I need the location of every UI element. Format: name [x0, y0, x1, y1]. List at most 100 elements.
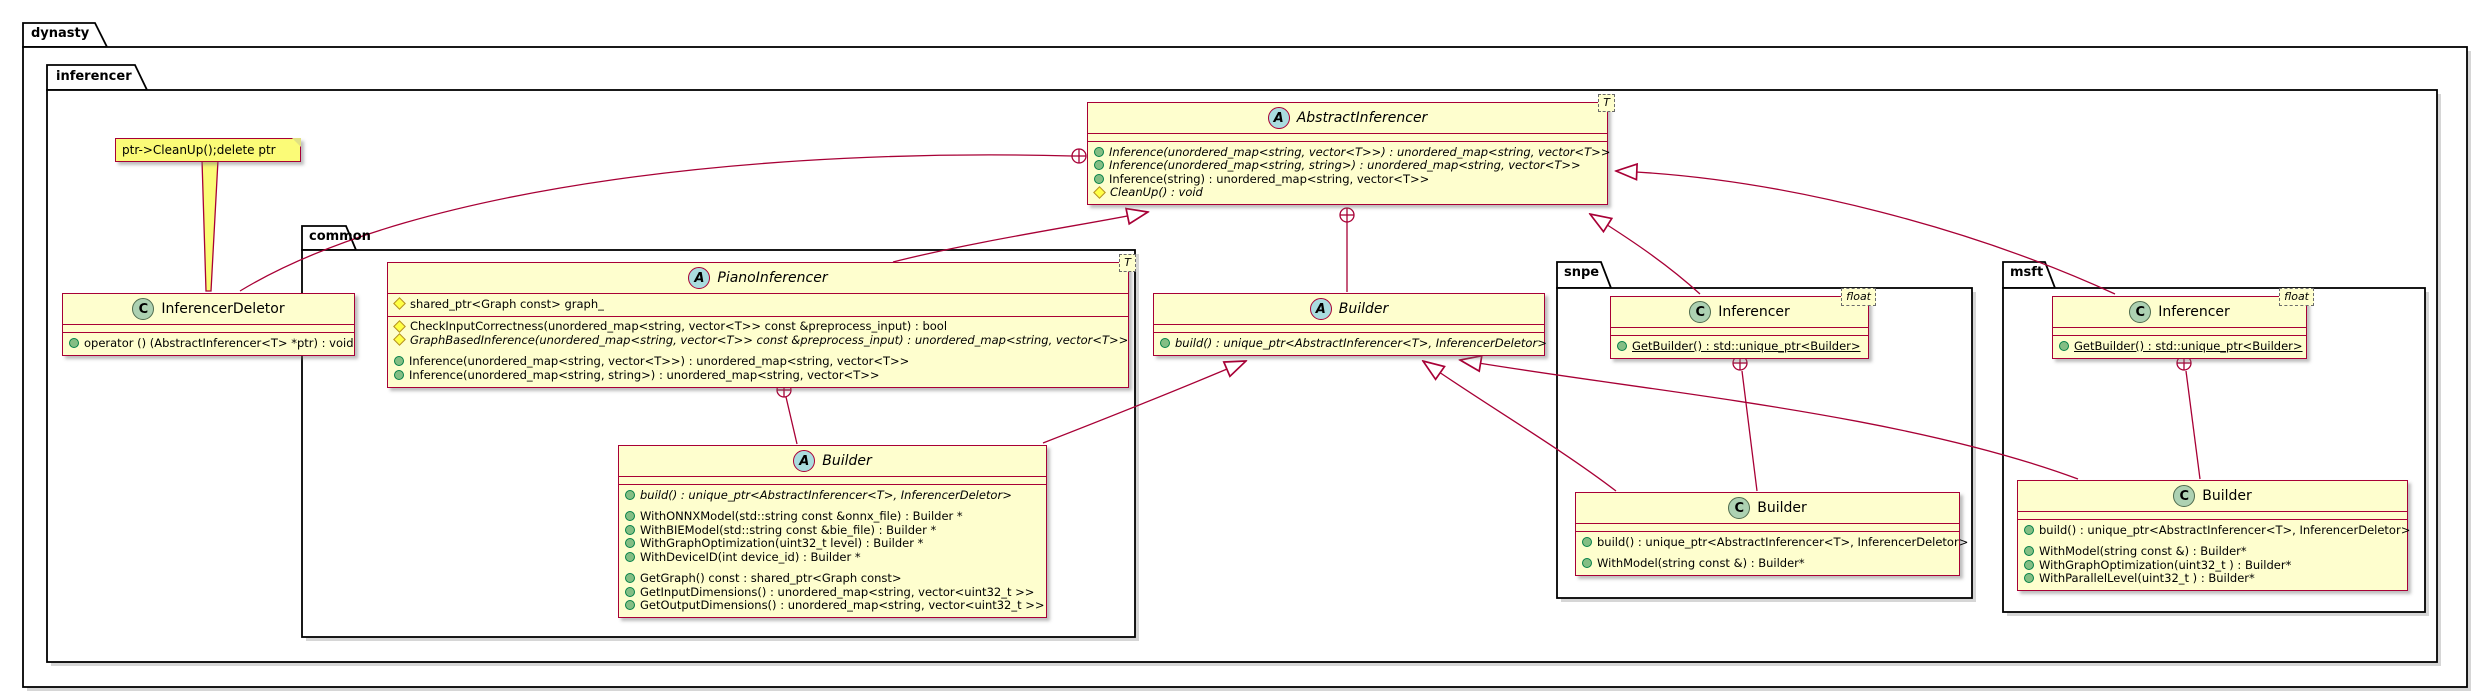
- class-name: Inferencer: [1718, 304, 1790, 320]
- fields-compartment: [1611, 327, 1868, 335]
- note-fold-corner: [292, 138, 301, 147]
- protected-icon: [393, 297, 406, 310]
- method-row: GetBuilder() : std::unique_ptr<Builder>: [1617, 339, 1862, 353]
- template-param-box: float: [2279, 288, 2314, 306]
- class-name: Inferencer: [2158, 304, 2230, 320]
- public-icon: [2024, 525, 2034, 535]
- method-text: Inference(unordered_map<string, string>)…: [409, 368, 880, 382]
- class-icon: C: [2173, 485, 2195, 507]
- public-icon: [625, 587, 635, 597]
- method-row: operator () (AbstractInferencer<T> *ptr)…: [69, 336, 348, 350]
- class-abstract-inferencer: T A AbstractInferencer Inference(unorder…: [1087, 102, 1608, 205]
- fields-compartment: [619, 476, 1046, 484]
- method-text: GetGraph() const : shared_ptr<Graph cons…: [640, 571, 902, 585]
- class-snpe-inferencer: float C Inferencer GetBuilder() : std::u…: [1610, 296, 1869, 359]
- fields-compartment: [63, 324, 354, 332]
- fields-compartment: [1154, 324, 1544, 332]
- methods-compartment: build() : unique_ptr<AbstractInferencer<…: [2018, 519, 2407, 590]
- public-icon: [1094, 160, 1104, 170]
- method-text: Inference(unordered_map<string, string>)…: [1109, 158, 1581, 172]
- public-icon: [1094, 147, 1104, 157]
- class-title: C Inferencer: [1611, 297, 1868, 327]
- public-icon: [1582, 558, 1592, 568]
- package-label-common: common: [309, 229, 371, 244]
- fields-compartment: shared_ptr<Graph const> graph_: [388, 293, 1128, 316]
- public-icon: [1160, 338, 1170, 348]
- class-icon: C: [1689, 301, 1711, 323]
- method-row: GetInputDimensions() : unordered_map<str…: [625, 585, 1040, 599]
- protected-icon: [393, 320, 406, 333]
- methods-compartment: Inference(unordered_map<string, vector<T…: [1088, 141, 1607, 204]
- method-row: WithBIEModel(std::string const &bie_file…: [625, 523, 1040, 537]
- field-row: shared_ptr<Graph const> graph_: [394, 297, 1122, 311]
- class-icon: C: [1728, 497, 1750, 519]
- method-text: WithModel(string const &) : Builder*: [2039, 544, 2247, 558]
- protected-icon: [1093, 186, 1106, 199]
- method-text: Inference(unordered_map<string, vector<T…: [1109, 145, 1610, 159]
- method-text: GraphBasedInference(unordered_map<string…: [410, 333, 1128, 347]
- method-row: build() : unique_ptr<AbstractInferencer<…: [625, 488, 1040, 502]
- class-piano-inferencer: T A PianoInferencer shared_ptr<Graph con…: [387, 262, 1129, 388]
- package-label-snpe: snpe: [1564, 265, 1599, 280]
- package-label-msft: msft: [2010, 265, 2043, 280]
- class-name: InferencerDeletor: [161, 301, 284, 317]
- method-row: build() : unique_ptr<AbstractInferencer<…: [1160, 336, 1538, 350]
- method-text: build() : unique_ptr<AbstractInferencer<…: [640, 488, 1012, 502]
- class-msft-builder: C Builder build() : unique_ptr<AbstractI…: [2017, 480, 2408, 591]
- public-icon: [625, 573, 635, 583]
- static-method-text: GetBuilder() : std::unique_ptr<Builder>: [1632, 339, 1861, 353]
- method-text: operator () (AbstractInferencer<T> *ptr)…: [84, 336, 354, 350]
- public-icon: [2024, 573, 2034, 583]
- class-builder-abstract: A Builder build() : unique_ptr<AbstractI…: [1153, 293, 1545, 356]
- public-icon: [1582, 537, 1592, 547]
- abstract-class-icon: A: [688, 267, 710, 289]
- methods-compartment: build() : unique_ptr<AbstractInferencer<…: [619, 484, 1046, 617]
- fields-compartment: [1576, 523, 1959, 531]
- methods-compartment: CheckInputCorrectness(unordered_map<stri…: [388, 316, 1128, 387]
- field-text: shared_ptr<Graph const> graph_: [410, 297, 604, 311]
- abstract-class-icon: A: [1268, 107, 1290, 129]
- class-title: C InferencerDeletor: [63, 294, 354, 324]
- method-row: WithGraphOptimization(uint32_t ) : Build…: [2024, 558, 2401, 572]
- method-row: GetGraph() const : shared_ptr<Graph cons…: [625, 572, 1040, 586]
- method-text: build() : unique_ptr<AbstractInferencer<…: [2039, 523, 2410, 537]
- package-label-dynasty: dynasty: [31, 26, 89, 41]
- methods-compartment: GetBuilder() : std::unique_ptr<Builder>: [2053, 335, 2306, 358]
- method-row: CheckInputCorrectness(unordered_map<stri…: [394, 320, 1122, 334]
- class-name: Builder: [822, 453, 872, 469]
- fields-compartment: [2018, 511, 2407, 519]
- method-row: WithONNXModel(std::string const &onnx_fi…: [625, 510, 1040, 524]
- public-icon: [625, 525, 635, 535]
- methods-compartment: build() : unique_ptr<AbstractInferencer<…: [1576, 531, 1959, 575]
- method-text: WithGraphOptimization(uint32_t ) : Build…: [2039, 558, 2291, 572]
- method-row: WithGraphOptimization(uint32_t level) : …: [625, 537, 1040, 551]
- class-name: PianoInferencer: [717, 270, 827, 286]
- methods-compartment: build() : unique_ptr<AbstractInferencer<…: [1154, 332, 1544, 355]
- class-name: AbstractInferencer: [1297, 110, 1428, 126]
- class-snpe-builder: C Builder build() : unique_ptr<AbstractI…: [1575, 492, 1960, 576]
- public-icon: [625, 552, 635, 562]
- method-row: Inference(string) : unordered_map<string…: [1094, 172, 1601, 186]
- method-row: GraphBasedInference(unordered_map<string…: [394, 333, 1122, 347]
- fields-compartment: [1088, 133, 1607, 141]
- method-text: build() : unique_ptr<AbstractInferencer<…: [1175, 336, 1547, 350]
- method-text: WithONNXModel(std::string const &onnx_fi…: [640, 509, 963, 523]
- protected-icon: [393, 333, 406, 346]
- class-title: C Inferencer: [2053, 297, 2306, 327]
- method-row: WithModel(string const &) : Builder*: [1582, 557, 1953, 571]
- public-icon: [625, 538, 635, 548]
- methods-compartment: GetBuilder() : std::unique_ptr<Builder>: [1611, 335, 1868, 358]
- class-icon: C: [2129, 301, 2151, 323]
- class-common-builder: A Builder build() : unique_ptr<AbstractI…: [618, 445, 1047, 618]
- class-title: C Builder: [2018, 481, 2407, 511]
- method-text: WithParallelLevel(uint32_t ) : Builder*: [2039, 571, 2255, 585]
- public-icon: [1617, 341, 1627, 351]
- method-text: GetInputDimensions() : unordered_map<str…: [640, 585, 1034, 599]
- note-text: ptr->CleanUp();delete ptr: [122, 143, 276, 157]
- uml-class-diagram: dynasty inferencer common snpe msft ptr-…: [0, 0, 2490, 697]
- method-row: build() : unique_ptr<AbstractInferencer<…: [2024, 523, 2401, 537]
- method-row: GetBuilder() : std::unique_ptr<Builder>: [2059, 339, 2300, 353]
- public-icon: [394, 356, 404, 366]
- method-text: WithGraphOptimization(uint32_t level) : …: [640, 536, 923, 550]
- template-param-box: T: [1119, 254, 1136, 272]
